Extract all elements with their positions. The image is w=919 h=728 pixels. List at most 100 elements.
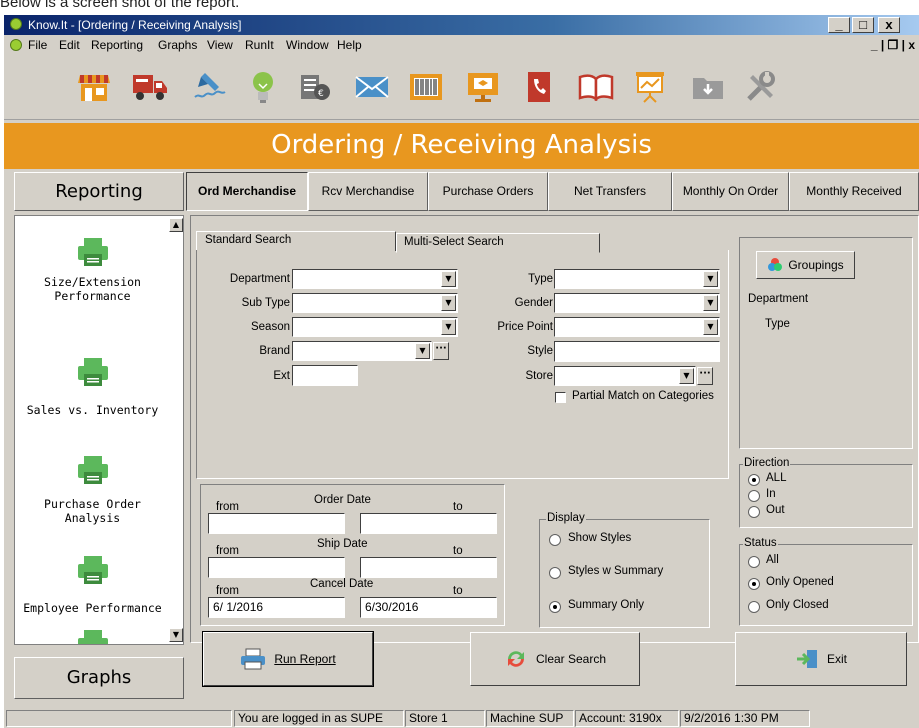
brand-select[interactable]: ▼ [292, 341, 432, 361]
printer-icon [77, 238, 108, 266]
ledger-icon[interactable]: € [297, 69, 333, 105]
radio-direction-in[interactable] [748, 490, 760, 502]
store-browse-button[interactable]: ··· [697, 367, 713, 385]
mdi-window-controls[interactable]: _ | ❐ | x [871, 38, 915, 52]
cancel-from-label: from [216, 585, 239, 597]
ship-date-to-field[interactable] [360, 557, 497, 578]
partial-match-checkbox[interactable] [555, 392, 566, 403]
menu-runit[interactable]: RunIt [245, 38, 274, 52]
chevron-down-icon[interactable]: ▼ [703, 295, 718, 311]
store-select[interactable]: ▼ [554, 366, 696, 386]
sidebar-item-purchase-order[interactable]: Purchase Order Analysis [15, 454, 170, 525]
status-all-label: All [766, 554, 779, 566]
menu-edit[interactable]: Edit [59, 38, 80, 52]
title-bar[interactable]: Know.It - [Ordering / Receiving Analysis… [4, 15, 919, 35]
cancel-date-from-field[interactable]: 6/ 1/2016 [208, 597, 345, 618]
tab-rcv-merchandise[interactable]: Rcv Merchandise [308, 172, 428, 211]
toolbar: € [4, 55, 919, 120]
radio-direction-out[interactable] [748, 506, 760, 518]
tab-ord-merchandise[interactable]: Ord Merchandise [186, 172, 308, 211]
radio-status-all[interactable] [748, 556, 760, 568]
cancel-date-to-field[interactable]: 6/30/2016 [360, 597, 497, 618]
tab-purchase-orders[interactable]: Purchase Orders [428, 172, 548, 211]
chevron-down-icon[interactable]: ▼ [679, 368, 694, 384]
store-icon[interactable] [76, 69, 112, 105]
sidebar-header-graphs[interactable]: Graphs [14, 657, 184, 699]
tools-icon[interactable] [742, 69, 778, 105]
gender-label: Gender [514, 297, 553, 309]
chevron-down-icon[interactable]: ▼ [703, 271, 718, 287]
grouping-item: Type [765, 318, 790, 330]
chevron-down-icon[interactable]: ▼ [703, 319, 718, 335]
ship-date-from-field[interactable] [208, 557, 345, 578]
order-date-to-field[interactable] [360, 513, 497, 534]
tab-standard-search[interactable]: Standard Search [196, 231, 396, 251]
envelope-icon[interactable] [354, 69, 390, 105]
delivery-truck-icon[interactable] [132, 69, 168, 105]
exit-button[interactable]: Exit [735, 632, 907, 686]
radio-status-opened[interactable] [748, 578, 760, 590]
tab-monthly-received[interactable]: Monthly Received [789, 172, 919, 211]
mdi-app-icon[interactable] [10, 39, 22, 51]
ext-field[interactable] [292, 365, 358, 386]
season-select[interactable]: ▼ [292, 317, 458, 337]
status-closed-label: Only Closed [766, 599, 829, 611]
type-select[interactable]: ▼ [554, 269, 720, 289]
sidebar-header-reporting[interactable]: Reporting [14, 172, 184, 211]
menu-file[interactable]: File [28, 38, 47, 52]
menu-reporting[interactable]: Reporting [91, 38, 143, 52]
sidebar-item-sales-inventory[interactable]: Sales vs. Inventory [15, 356, 170, 417]
grouping-item: Department [748, 293, 809, 305]
chevron-down-icon[interactable]: ▼ [415, 343, 430, 359]
projector-chart-icon[interactable] [632, 69, 668, 105]
presentation-screen-icon[interactable] [465, 69, 501, 105]
scroll-down-arrow[interactable]: ▼ [169, 628, 183, 642]
menu-view[interactable]: View [207, 38, 233, 52]
sidebar-item-size-extension[interactable]: Size/Extension Performance [15, 236, 170, 303]
lightbulb-icon[interactable] [245, 69, 281, 105]
clear-search-button[interactable]: Clear Search [470, 632, 640, 686]
radio-direction-all[interactable] [748, 474, 760, 486]
sidebar-item-label: Sales vs. Inventory [26, 403, 159, 417]
barcode-icon[interactable] [408, 69, 444, 105]
sidebar-item-partial[interactable] [15, 628, 170, 644]
app-logo-icon [10, 18, 22, 30]
phone-book-icon[interactable] [521, 69, 557, 105]
store-label: Store [525, 370, 554, 382]
radio-status-closed[interactable] [748, 601, 760, 613]
menu-help[interactable]: Help [337, 38, 362, 52]
direction-all-label: ALL [766, 472, 787, 484]
tab-monthly-on-order[interactable]: Monthly On Order [672, 172, 789, 211]
close-button[interactable]: x [878, 17, 900, 33]
menu-graphs[interactable]: Graphs [158, 38, 197, 52]
radio-show-styles[interactable] [549, 534, 561, 546]
status-cell-blank [6, 710, 232, 727]
sidebar-item-employee-performance[interactable]: Employee Performance [15, 554, 170, 615]
price-point-select[interactable]: ▼ [554, 317, 720, 337]
status-opened-label: Only Opened [766, 576, 834, 588]
show-styles-label: Show Styles [568, 532, 632, 544]
menu-window[interactable]: Window [286, 38, 329, 52]
download-folder-icon[interactable] [690, 69, 726, 105]
radio-summary-only[interactable] [549, 601, 561, 613]
department-select[interactable]: ▼ [292, 269, 458, 289]
brand-label: Brand [259, 345, 290, 357]
status-group-title: Status [743, 537, 778, 549]
minimize-button[interactable]: _ [828, 17, 850, 33]
style-field[interactable] [554, 341, 720, 362]
maximize-button[interactable]: □ [852, 17, 874, 33]
tab-net-transfers[interactable]: Net Transfers [548, 172, 672, 211]
display-group-title: Display [546, 512, 586, 524]
gender-select[interactable]: ▼ [554, 293, 720, 313]
open-book-icon[interactable] [578, 69, 614, 105]
styles-w-summary-label: Styles w Summary [568, 565, 664, 577]
groupings-button[interactable]: Groupings [756, 251, 855, 279]
partial-match-label: Partial Match on Categories [572, 390, 714, 402]
pen-signature-icon[interactable] [192, 69, 228, 105]
sub-type-select[interactable]: ▼ [292, 293, 458, 313]
scroll-up-arrow[interactable]: ▲ [169, 218, 183, 232]
printer-icon [77, 456, 108, 484]
radio-styles-w-summary[interactable] [549, 567, 561, 579]
run-report-button[interactable]: Run Report [202, 631, 374, 687]
order-date-from-field[interactable] [208, 513, 345, 534]
